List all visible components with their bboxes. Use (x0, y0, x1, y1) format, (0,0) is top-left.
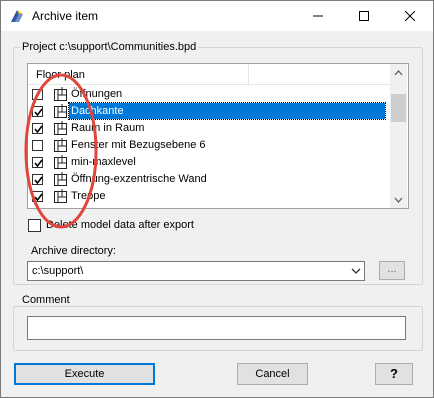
list-item[interactable]: Dachkante (28, 102, 390, 120)
header-divider (248, 64, 249, 84)
chevron-down-icon (351, 268, 361, 274)
item-checkbox[interactable] (32, 157, 43, 168)
scroll-down-button[interactable] (390, 191, 407, 208)
checkmark-icon (34, 193, 43, 202)
close-button[interactable] (387, 1, 433, 31)
app-icon (11, 10, 23, 22)
scroll-up-button[interactable] (390, 64, 407, 81)
list-item[interactable]: Fenster mit Bezugsebene 6 (28, 137, 390, 154)
item-listbox[interactable]: Floor plan Öffnungen Dachkante Raum in Rau… (27, 63, 409, 209)
project-label: Project c:\support\Communities.bpd (20, 41, 199, 53)
item-checkbox[interactable] (32, 174, 43, 185)
browse-button[interactable]: ... (379, 261, 405, 280)
list-header-label: Floor plan (36, 69, 85, 81)
delete-model-label: Delete model data after export (46, 219, 194, 231)
list-item[interactable]: Treppe (28, 188, 390, 205)
archive-directory-combo[interactable]: c:\support\ (27, 261, 365, 281)
list-item-label: Dachkante (68, 102, 386, 120)
checkmark-icon (34, 108, 43, 117)
floor-plan-icon (54, 121, 67, 135)
checkmark-icon (34, 125, 43, 134)
floor-plan-icon (54, 189, 67, 203)
delete-model-checkbox[interactable] (28, 219, 41, 232)
comment-label: Comment (20, 294, 72, 306)
minimize-icon (313, 15, 323, 17)
scroll-thumb[interactable] (391, 94, 406, 122)
list-scrollbar[interactable] (390, 64, 407, 208)
list-item-label: Treppe (71, 190, 106, 202)
floor-plan-icon (54, 87, 67, 101)
floor-plan-icon (54, 155, 67, 169)
cancel-button[interactable]: Cancel (237, 363, 308, 385)
list-header[interactable]: Floor plan (28, 64, 390, 85)
item-checkbox[interactable] (32, 89, 43, 100)
floor-plan-icon (54, 138, 67, 152)
execute-button[interactable]: Execute (14, 363, 155, 385)
item-checkbox[interactable] (32, 191, 43, 202)
minimize-button[interactable] (295, 1, 341, 31)
chevron-down-icon (394, 197, 403, 203)
checkmark-icon (34, 176, 43, 185)
comment-input[interactable] (27, 316, 406, 340)
close-icon (405, 11, 415, 21)
list-item[interactable]: min-maxlevel (28, 154, 390, 171)
checkmark-icon (34, 159, 43, 168)
floor-plan-icon (54, 104, 67, 118)
title-bar: Archive item (1, 1, 433, 31)
maximize-button[interactable] (341, 1, 387, 31)
window-title: Archive item (32, 9, 99, 23)
list-item[interactable]: Öffnungen (28, 86, 390, 103)
list-item-label: min-maxlevel (71, 156, 136, 168)
list-item-label: Fenster mit Bezugsebene 6 (71, 139, 206, 151)
help-button[interactable]: ? (375, 363, 413, 385)
item-checkbox[interactable] (32, 140, 43, 151)
maximize-icon (359, 11, 369, 21)
archive-directory-label: Archive directory: (31, 245, 116, 257)
list-item[interactable]: Öffnung-exzentrische Wand (28, 171, 390, 188)
archive-item-dialog: Archive item Project c:\support\Communit… (0, 0, 434, 398)
list-item-label: Öffnungen (71, 88, 123, 100)
floor-plan-icon (54, 172, 67, 186)
item-checkbox[interactable] (32, 106, 43, 117)
chevron-up-icon (394, 69, 403, 75)
archive-directory-value: c:\support\ (32, 265, 84, 277)
list-item-label: Raum in Raum (71, 122, 145, 134)
item-checkbox[interactable] (32, 123, 43, 134)
list-item[interactable]: Raum in Raum (28, 120, 390, 137)
list-item-label: Öffnung-exzentrische Wand (71, 173, 207, 185)
